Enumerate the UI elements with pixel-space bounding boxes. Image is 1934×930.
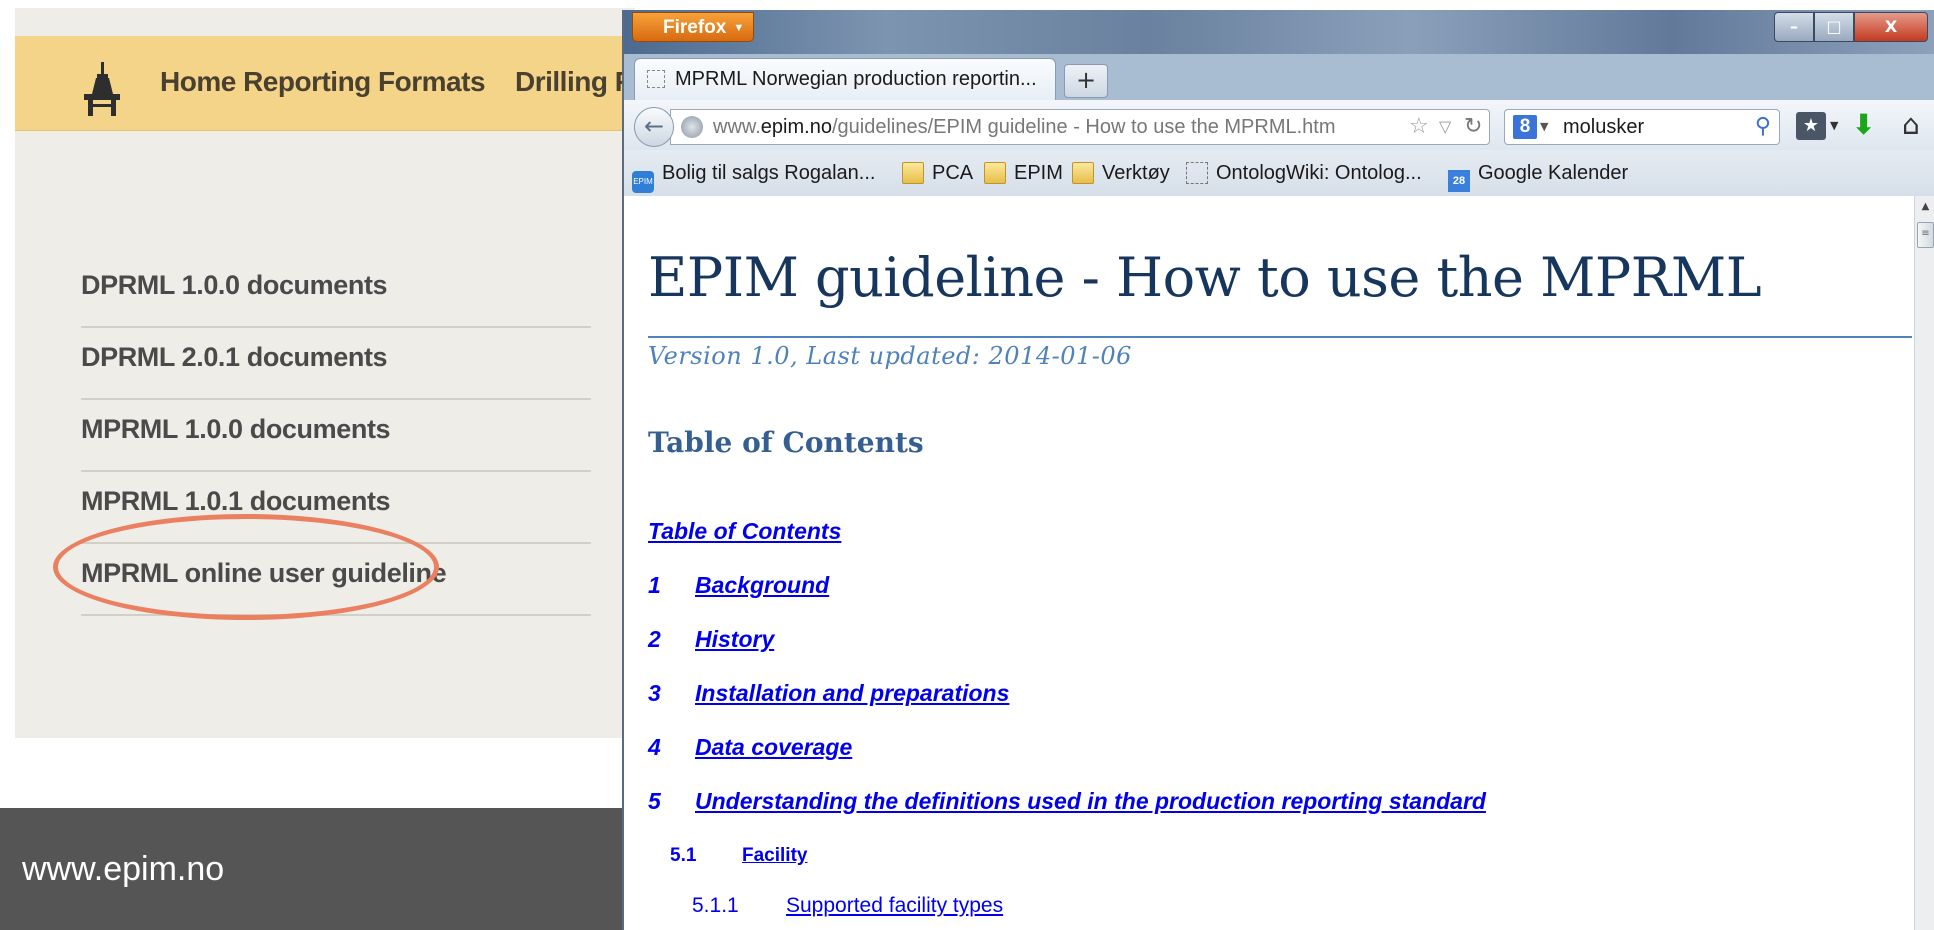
calendar-icon: 28 — [1448, 170, 1470, 192]
toc-link-supported-facility-types[interactable]: 5.1.1 Supported facility types — [692, 894, 1003, 918]
firefox-window: Firefox ▼ – □ X MPRML Norwegian productio… — [622, 10, 1934, 930]
close-button[interactable]: X — [1854, 12, 1928, 42]
maximize-button[interactable]: □ — [1814, 12, 1854, 42]
doc-item-dprml-100[interactable]: DPRML 1.0.0 documents — [81, 256, 591, 328]
url-text[interactable]: www.epim.no/guidelines/EPIM guideline - … — [713, 110, 1336, 144]
toc-link-data-coverage[interactable]: 4 Data coverage — [648, 734, 852, 761]
toc-link-definitions[interactable]: 5 Understanding the definitions used in t… — [648, 788, 1486, 815]
search-engine-icon[interactable]: 8 — [1513, 115, 1537, 139]
scrollbar-thumb[interactable]: ≡ — [1917, 222, 1934, 248]
url-domain: epim.no — [760, 116, 832, 138]
reload-icon[interactable]: ↻ — [1464, 110, 1482, 144]
navigation-toolbar: www.epim.no/guidelines/EPIM guideline - … — [624, 100, 1934, 151]
toc-link-text[interactable]: Table of Contents — [648, 518, 841, 544]
toc-link-text[interactable]: History — [695, 626, 774, 652]
chevron-down-icon[interactable]: ▼ — [1540, 110, 1548, 144]
firefox-menu-label: Firefox — [663, 17, 727, 38]
footer-url: www.epim.no — [22, 850, 225, 888]
epim-favicon: EPIM — [632, 171, 654, 193]
toc-number[interactable]: 2 — [648, 626, 695, 653]
toc-link-table-of-contents[interactable]: Table of Contents — [648, 518, 841, 545]
page-title: EPIM guideline - How to use the MPRML — [648, 246, 1762, 309]
bookmark-folder-epim[interactable]: EPIM — [984, 150, 1063, 196]
star-icon[interactable]: ☆ — [1409, 110, 1429, 144]
scroll-up-icon[interactable]: ▲ — [1915, 196, 1934, 216]
toc-link-text[interactable]: Supported facility types — [786, 894, 1003, 917]
nav-home-reporting-formats[interactable]: Home Reporting Formats — [160, 66, 486, 98]
bookmark-google-kalender[interactable]: 28 Google Kalender — [1448, 150, 1628, 196]
toc-link-text[interactable]: Background — [695, 572, 829, 598]
chevron-down-icon[interactable]: ▽ — [1439, 110, 1451, 144]
folder-icon — [902, 162, 924, 184]
back-arrow-icon: ← — [643, 112, 665, 140]
tab-title: MPRML Norwegian production reportin... — [675, 68, 1037, 90]
bookmarks-toolbar: EPIM Bolig til salgs Rogalan... PCA EPIM … — [624, 150, 1934, 197]
toc-number[interactable]: 5 — [648, 788, 695, 815]
version-subtitle: Version 1.0, Last updated: 2014-01-06 — [648, 342, 1132, 370]
nav-drilling[interactable]: Drilling F — [515, 66, 632, 98]
bookmark-bolig[interactable]: EPIM Bolig til salgs Rogalan... — [632, 150, 875, 196]
toc-link-text[interactable]: Data coverage — [695, 734, 852, 760]
toc-link-text[interactable]: Understanding the definitions used in th… — [695, 788, 1486, 814]
folder-icon — [1072, 162, 1094, 184]
address-bar[interactable]: www.epim.no/guidelines/EPIM guideline - … — [670, 109, 1490, 145]
download-icon[interactable]: ⬇ — [1852, 106, 1875, 144]
doc-item-mprml-100[interactable]: MPRML 1.0.0 documents — [81, 400, 591, 472]
bookmarks-menu-icon[interactable]: ★ — [1796, 112, 1826, 140]
toc-number[interactable]: 5.1 — [670, 845, 742, 867]
doc-item-label[interactable]: DPRML 1.0.0 documents — [81, 270, 388, 301]
toc-link-installation[interactable]: 3 Installation and preparations — [648, 680, 1009, 707]
bookmark-label: Verktøy — [1102, 162, 1170, 184]
blank-page-icon — [1186, 162, 1208, 184]
new-tab-button[interactable]: + — [1064, 64, 1108, 98]
toc-heading: Table of Contents — [648, 426, 924, 459]
search-icon[interactable]: ⚲ — [1755, 110, 1771, 144]
bookmark-label: Google Kalender — [1478, 162, 1629, 184]
bookmark-ontologwiki[interactable]: OntologWiki: Ontolog... — [1186, 150, 1422, 196]
blank-page-icon — [647, 70, 665, 88]
toc-number[interactable]: 4 — [648, 734, 695, 761]
chevron-down-icon[interactable]: ▼ — [1830, 112, 1838, 140]
home-icon[interactable]: ⌂ — [1902, 106, 1920, 144]
toc-link-text[interactable]: Installation and preparations — [695, 680, 1009, 706]
bookmark-label: OntologWiki: Ontolog... — [1216, 162, 1422, 184]
minimize-button[interactable]: – — [1774, 12, 1814, 42]
background-website: Home Reporting Formats Drilling F DPRML … — [15, 8, 635, 738]
toc-number[interactable]: 1 — [648, 572, 695, 599]
toc-number[interactable]: 3 — [648, 680, 695, 707]
bookmark-label: PCA — [932, 162, 974, 184]
url-prefix: www. — [713, 116, 761, 138]
search-bar[interactable]: 8 ▼ molusker ⚲ — [1504, 109, 1780, 145]
vertical-scrollbar[interactable]: ▲ ≡ — [1914, 196, 1934, 930]
title-divider — [648, 336, 1912, 338]
bookmark-label: Bolig til salgs Rogalan... — [662, 162, 876, 184]
bookmark-folder-verktoy[interactable]: Verktøy — [1072, 150, 1170, 196]
toc-link-background[interactable]: 1 Background — [648, 572, 829, 599]
toc-link-facility[interactable]: 5.1 Facility — [670, 845, 807, 867]
doc-item-label[interactable]: DPRML 2.0.1 documents — [81, 342, 388, 373]
toc-number[interactable]: 5.1.1 — [692, 894, 786, 918]
url-path: /guidelines/EPIM guideline - How to use … — [831, 116, 1336, 138]
toc-link-text[interactable]: Facility — [742, 845, 807, 866]
oil-rig-logo-icon[interactable] — [80, 60, 124, 116]
firefox-menu-button[interactable]: Firefox ▼ — [632, 12, 754, 42]
back-button[interactable]: ← — [634, 107, 674, 147]
folder-icon — [984, 162, 1006, 184]
doc-item-dprml-201[interactable]: DPRML 2.0.1 documents — [81, 328, 591, 400]
highlight-oval — [53, 514, 439, 620]
doc-item-label[interactable]: MPRML 1.0.1 documents — [81, 486, 391, 517]
bookmark-label: EPIM — [1014, 162, 1063, 184]
doc-item-label[interactable]: MPRML 1.0.0 documents — [81, 414, 391, 445]
tab-strip: MPRML Norwegian production reportin... + — [624, 54, 1934, 100]
toc-link-history[interactable]: 2 History — [648, 626, 774, 653]
tab-mprml[interactable]: MPRML Norwegian production reportin... — [634, 58, 1056, 100]
bookmark-folder-pca[interactable]: PCA — [902, 150, 973, 196]
site-identity-icon[interactable] — [681, 116, 703, 138]
search-input[interactable]: molusker — [1563, 110, 1644, 144]
page-content: EPIM guideline - How to use the MPRML Ve… — [624, 196, 1914, 930]
title-bar: Firefox ▼ – □ X — [624, 10, 1934, 54]
chevron-down-icon: ▼ — [733, 22, 745, 34]
